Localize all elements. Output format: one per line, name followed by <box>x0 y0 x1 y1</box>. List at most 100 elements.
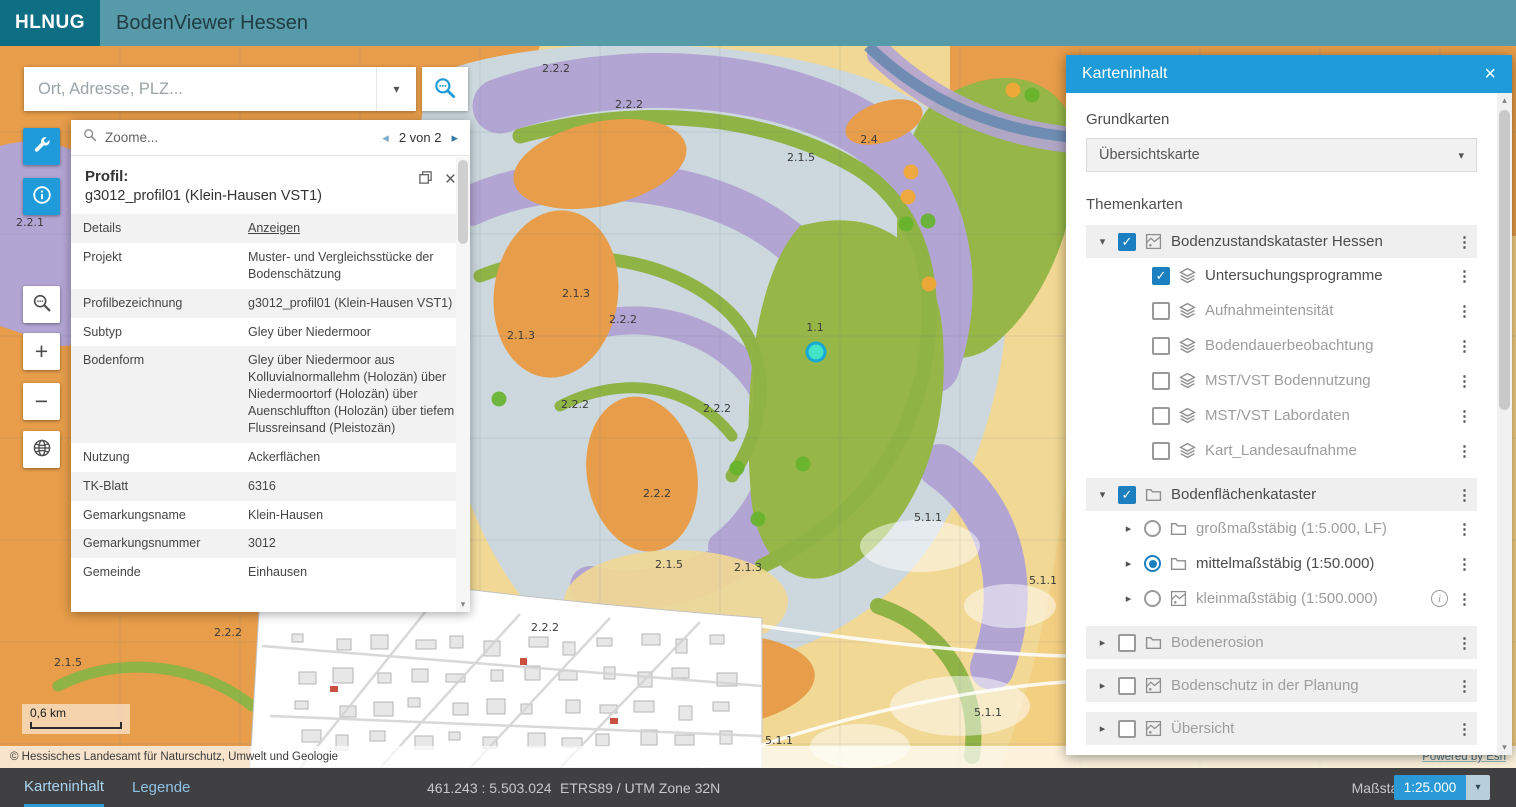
kebab-menu-icon[interactable]: ⋮ <box>1457 337 1471 355</box>
layer-checkbox[interactable] <box>1152 407 1170 425</box>
map-point-green[interactable] <box>899 217 914 232</box>
chevron-down-icon[interactable]: ▾ <box>1096 235 1109 248</box>
home-extent-button[interactable] <box>23 431 60 468</box>
tab-legende[interactable]: Legende <box>132 768 190 807</box>
scrollbar-thumb[interactable] <box>1499 110 1510 410</box>
tools-button[interactable] <box>23 128 60 165</box>
layer-row[interactable]: ✓Untersuchungsprogramme⋮ <box>1142 258 1477 293</box>
chevron-down-icon[interactable]: ▾ <box>1096 488 1109 501</box>
map-point-orange[interactable] <box>904 165 919 180</box>
info-icon[interactable]: i <box>1431 590 1448 607</box>
dock-popup-icon[interactable] <box>418 170 433 190</box>
map-point-green[interactable] <box>730 461 745 476</box>
field-label: Nutzung <box>83 449 248 466</box>
layer-checkbox[interactable] <box>1118 720 1136 738</box>
layer-checkbox[interactable] <box>1152 372 1170 390</box>
map-point-green[interactable] <box>492 392 507 407</box>
layer-checkbox[interactable]: ✓ <box>1152 267 1170 285</box>
layer-checkbox[interactable] <box>1152 302 1170 320</box>
panel-scrollbar[interactable]: ▴ ▾ <box>1497 93 1512 755</box>
map-point-green[interactable] <box>796 457 811 472</box>
basemap-select[interactable]: Übersichtskarte ▾ <box>1086 138 1477 172</box>
kebab-menu-icon[interactable]: ⋮ <box>1457 555 1471 573</box>
layer-radio[interactable] <box>1144 590 1161 607</box>
anzeigen-link[interactable]: Anzeigen <box>248 220 456 237</box>
scrollbar-thumb[interactable] <box>458 160 468 244</box>
scale-select[interactable]: 1:25.000 <box>1394 775 1466 800</box>
layer-radio[interactable] <box>1144 555 1161 572</box>
selected-map-point[interactable] <box>807 343 825 361</box>
map-point-orange[interactable] <box>901 190 916 205</box>
map-point-green[interactable] <box>751 512 766 527</box>
layer-row[interactable]: Aufnahmeintensität⋮ <box>1142 293 1477 328</box>
globe-icon <box>31 437 53 462</box>
layer-row[interactable]: ▸mittelmaßstäbig (1:50.000)⋮ <box>1112 546 1477 581</box>
close-icon[interactable]: × <box>1484 64 1496 84</box>
info-button[interactable] <box>23 178 60 215</box>
layer-row[interactable]: ▸Bodenerosion⋮ <box>1086 626 1477 659</box>
kebab-menu-icon[interactable]: ⋮ <box>1457 590 1471 608</box>
chevron-right-icon[interactable]: ▸ <box>1096 722 1109 735</box>
layer-row[interactable]: Bodendauerbeobachtung⋮ <box>1142 328 1477 363</box>
chevron-right-icon[interactable]: ▸ <box>1096 636 1109 649</box>
layer-row[interactable]: ▸kleinmaßstäbig (1:500.000)i⋮ <box>1112 581 1477 616</box>
layer-checkbox[interactable] <box>1152 337 1170 355</box>
popup-table: DetailsAnzeigenProjektMuster- und Vergle… <box>71 214 470 587</box>
scroll-down-icon[interactable]: ▾ <box>1502 740 1507 755</box>
zoom-to-link[interactable]: Zoome... <box>105 130 374 145</box>
chevron-right-icon[interactable]: ▸ <box>1096 679 1109 692</box>
layer-row[interactable]: Kart_Landesaufnahme⋮ <box>1142 433 1477 468</box>
popup-scrollbar[interactable]: ▾ <box>456 157 470 612</box>
kebab-menu-icon[interactable]: ⋮ <box>1457 267 1471 285</box>
kebab-menu-icon[interactable]: ⋮ <box>1457 442 1471 460</box>
kebab-menu-icon[interactable]: ⋮ <box>1457 720 1471 738</box>
search-input[interactable] <box>24 80 376 99</box>
layer-checkbox[interactable]: ✓ <box>1118 233 1136 251</box>
kebab-menu-icon[interactable]: ⋮ <box>1457 407 1471 425</box>
previous-feature-icon[interactable]: ◂ <box>382 130 389 146</box>
map-point-orange[interactable] <box>922 277 937 292</box>
next-feature-icon[interactable]: ▸ <box>451 130 458 146</box>
search-button[interactable] <box>422 67 468 111</box>
layer-row[interactable]: MST/VST Bodennutzung⋮ <box>1142 363 1477 398</box>
layer-row[interactable]: MST/VST Labordaten⋮ <box>1142 398 1477 433</box>
scroll-up-icon[interactable]: ▴ <box>1502 93 1507 108</box>
kebab-menu-icon[interactable]: ⋮ <box>1457 677 1471 695</box>
map-point-green[interactable] <box>1025 88 1040 103</box>
soil-unit-label: 2.2.1 <box>16 216 44 229</box>
layer-checkbox[interactable] <box>1118 677 1136 695</box>
layer-row[interactable]: ▸Übersicht⋮ <box>1086 712 1477 745</box>
layer-row[interactable]: ▸großmaßstäbig (1:5.000, LF)⋮ <box>1112 511 1477 546</box>
close-icon[interactable]: × <box>445 170 456 189</box>
soil-unit-label: 2.1.3 <box>507 329 535 342</box>
layer-checkbox[interactable]: ✓ <box>1118 486 1136 504</box>
scale-select-chevron[interactable]: ▾ <box>1466 775 1490 800</box>
kebab-menu-icon[interactable]: ⋮ <box>1457 520 1471 538</box>
kebab-menu-icon[interactable]: ⋮ <box>1457 486 1471 504</box>
chevron-right-icon[interactable]: ▸ <box>1122 592 1135 605</box>
layer-row[interactable]: ▾✓Bodenflächenkataster⋮ <box>1086 478 1477 511</box>
layer-radio[interactable] <box>1144 520 1161 537</box>
map-point-orange[interactable] <box>1006 83 1021 98</box>
kebab-menu-icon[interactable]: ⋮ <box>1457 302 1471 320</box>
table-row: ProjektMuster- und Vergleichsstücke der … <box>71 243 456 289</box>
map-point-green[interactable] <box>921 214 936 229</box>
hlnug-logo[interactable]: HLNUG <box>0 0 100 46</box>
magnifier-dots-icon <box>31 292 53 317</box>
kebab-menu-icon[interactable]: ⋮ <box>1457 372 1471 390</box>
tab-karteninhalt[interactable]: Karteninhalt <box>24 768 104 807</box>
zoom-out-button[interactable]: − <box>23 383 60 420</box>
zoom-in-button[interactable]: + <box>23 333 60 370</box>
scroll-down-icon[interactable]: ▾ <box>461 597 466 612</box>
kebab-menu-icon[interactable]: ⋮ <box>1457 233 1471 251</box>
layer-row[interactable]: ▾✓Bodenzustandskataster Hessen⋮ <box>1086 225 1477 258</box>
kebab-menu-icon[interactable]: ⋮ <box>1457 634 1471 652</box>
search-source-dropdown[interactable]: ▾ <box>376 67 416 111</box>
identify-results-button[interactable] <box>23 286 60 323</box>
layer-checkbox[interactable] <box>1152 442 1170 460</box>
chevron-right-icon[interactable]: ▸ <box>1122 557 1135 570</box>
chevron-right-icon[interactable]: ▸ <box>1122 522 1135 535</box>
layer-row[interactable]: ▸Bodenschutz in der Planung⋮ <box>1086 669 1477 702</box>
layer-checkbox[interactable] <box>1118 634 1136 652</box>
field-label: Bodenform <box>83 352 248 436</box>
